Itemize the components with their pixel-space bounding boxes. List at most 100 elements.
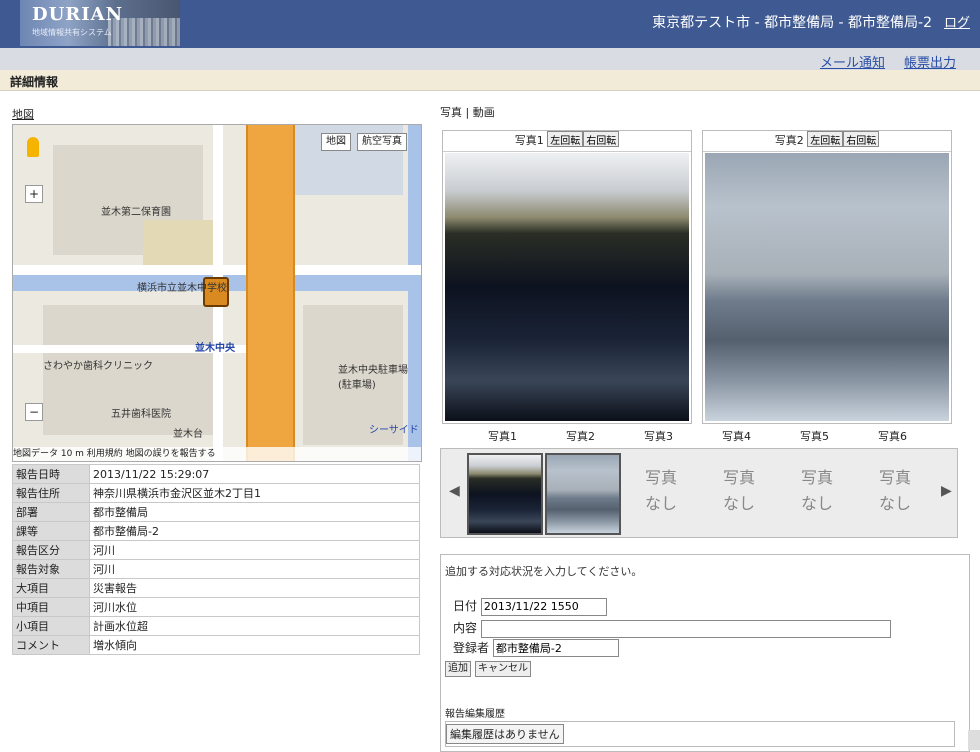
info-key: 課等 xyxy=(12,521,90,541)
content-input[interactable] xyxy=(480,619,891,638)
photo-video-tabs[interactable]: 写真 | 動画 xyxy=(440,104,495,120)
photo-image-1[interactable] xyxy=(445,153,689,421)
thumb-label: 写真2 xyxy=(566,430,595,443)
info-row: 大項目 災害報告 xyxy=(12,578,420,598)
thumb-label: 写真1 xyxy=(488,430,517,443)
info-value: 河川 xyxy=(89,559,420,579)
history-box: 編集履歴はありません xyxy=(445,721,955,747)
info-value: 河川 xyxy=(89,540,420,560)
info-row: 小項目 計画水位超 xyxy=(12,616,420,636)
logout-link[interactable]: ログ xyxy=(944,12,970,31)
thumbnail-empty[interactable]: 写真 なし xyxy=(703,453,775,531)
info-row: 報告対象 河川 xyxy=(12,559,420,579)
photo-header: 写真1 左回転 右回転 xyxy=(443,131,691,152)
app-header: DURIAN 地域情報共有システム 東京都テスト市 - 都市整備局 - 都市整備… xyxy=(0,0,980,48)
thumb-label: 写真5 xyxy=(800,430,829,443)
logo-text: DURIAN xyxy=(32,4,124,25)
info-value: 増水傾向 xyxy=(89,635,420,655)
map-type-button[interactable]: 地図 xyxy=(321,133,351,151)
map-highway xyxy=(246,125,295,461)
info-row: 報告区分 河川 xyxy=(12,540,420,560)
registrant-input[interactable] xyxy=(492,639,619,657)
logo-subtitle: 地域情報共有システム xyxy=(32,28,112,37)
print-report-link[interactable]: 帳票出力 xyxy=(904,52,956,71)
top-links-bar: メール通知 帳票出力 xyxy=(0,48,980,71)
info-row: 課等 都市整備局-2 xyxy=(12,521,420,541)
chevron-right-icon[interactable]: ▶ xyxy=(941,483,952,499)
info-key: 中項目 xyxy=(12,597,90,617)
map-place-label: 五井歯科医院 xyxy=(111,409,171,420)
info-key: 小項目 xyxy=(12,616,90,636)
thumb-label: 写真4 xyxy=(722,430,751,443)
thumbnail-empty[interactable]: 写真 なし xyxy=(625,453,697,531)
rotate-left-button[interactable]: 左回転 xyxy=(547,131,584,147)
info-row: 中項目 河川水位 xyxy=(12,597,420,617)
content-row: 内容 xyxy=(453,619,891,638)
info-key: コメント xyxy=(12,635,90,655)
photo-panel-2: 写真2 左回転 右回転 xyxy=(702,130,952,424)
history-label: 報告編集履歴 xyxy=(445,709,505,720)
photo-panel-1: 写真1 左回転 右回転 xyxy=(442,130,692,424)
map-place-label: 横浜市立並木中学校 xyxy=(137,283,227,294)
thumbnail-strip: ◀ 写真 なし 写真 なし 写真 なし 写真 なし ▶ xyxy=(440,448,958,538)
add-button[interactable]: 追加 xyxy=(445,661,471,677)
map-label[interactable]: 地図 xyxy=(12,106,34,122)
thumbnail-1[interactable] xyxy=(467,453,543,535)
thumb-label: 写真3 xyxy=(644,430,673,443)
date-input[interactable] xyxy=(480,597,607,616)
pegman-icon[interactable] xyxy=(27,137,39,157)
date-label: 日付 xyxy=(453,599,478,613)
scrollbar[interactable] xyxy=(968,730,980,750)
info-value: 災害報告 xyxy=(89,578,420,598)
info-key: 大項目 xyxy=(12,578,90,598)
map-station-label: 並木中央 xyxy=(195,343,235,354)
report-info-table: 報告日時 2013/11/22 15:29:07 報告住所 神奈川県横浜市金沢区並木2… xyxy=(12,464,420,655)
thumbnail-2[interactable] xyxy=(545,453,621,535)
info-key: 報告対象 xyxy=(12,559,90,579)
map-river-right xyxy=(408,125,421,461)
map-place-label: さわやか歯科クリニック xyxy=(43,361,153,372)
thumbnail-empty[interactable]: 写真 なし xyxy=(859,453,931,531)
map-place-label: 並木中央駐車場(駐車場) xyxy=(338,365,408,391)
registrant-row: 登録者 xyxy=(453,639,619,657)
map-place-label: シーサイド xyxy=(369,425,419,436)
rotate-right-button[interactable]: 右回転 xyxy=(843,131,880,147)
organization-title: 東京都テスト市 - 都市整備局 - 都市整備局-2 xyxy=(652,15,932,31)
photo-image-2[interactable] xyxy=(705,153,949,421)
mail-notify-link[interactable]: メール通知 xyxy=(820,52,885,71)
form-prompt: 追加する対応状況を入力してください。 xyxy=(445,565,643,578)
info-row: 報告日時 2013/11/22 15:29:07 xyxy=(12,464,420,484)
info-value: 2013/11/22 15:29:07 xyxy=(89,464,420,484)
thumb-label: 写真6 xyxy=(878,430,907,443)
rotate-left-button[interactable]: 左回転 xyxy=(807,131,844,147)
info-value: 神奈川県横浜市金沢区並木2丁目1 xyxy=(89,483,420,503)
registrant-label: 登録者 xyxy=(453,641,490,655)
info-row: コメント 増水傾向 xyxy=(12,635,420,655)
thumbnail-empty[interactable]: 写真 なし xyxy=(781,453,853,531)
logo[interactable]: DURIAN 地域情報共有システム xyxy=(20,0,180,46)
cancel-button[interactable]: キャンセル xyxy=(475,661,531,677)
map-footer: 地図データ 10 m 利用規約 地図の誤りを報告する xyxy=(13,447,421,461)
section-bar: 詳細情報 xyxy=(0,70,980,91)
info-row: 部署 都市整備局 xyxy=(12,502,420,522)
rotate-right-button[interactable]: 右回転 xyxy=(583,131,620,147)
zoom-out-button[interactable]: − xyxy=(25,403,43,421)
photo-title: 写真2 xyxy=(774,134,804,147)
map-place-label: 並木第二保育園 xyxy=(101,207,171,218)
info-value: 都市整備局-2 xyxy=(89,521,420,541)
date-row: 日付 xyxy=(453,597,607,616)
info-key: 報告区分 xyxy=(12,540,90,560)
history-text: 編集履歴はありません xyxy=(446,724,564,744)
info-value: 都市整備局 xyxy=(89,502,420,522)
section-title: 詳細情報 xyxy=(10,75,59,89)
chevron-left-icon[interactable]: ◀ xyxy=(449,483,460,499)
zoom-in-button[interactable]: + xyxy=(25,185,43,203)
map-place-label: 並木台 xyxy=(173,429,203,440)
satellite-button[interactable]: 航空写真 xyxy=(357,133,407,151)
content-label: 内容 xyxy=(453,621,478,635)
response-form: 追加する対応状況を入力してください。 日付 内容 登録者 追加 キャンセル 報告… xyxy=(440,554,970,752)
map-view[interactable]: + − 地図 航空写真 並木第二保育園 横浜市立並木中学校 並木中央 さわやか歯… xyxy=(12,124,422,462)
info-key: 報告日時 xyxy=(12,464,90,484)
info-row: 報告住所 神奈川県横浜市金沢区並木2丁目1 xyxy=(12,483,420,503)
info-value: 河川水位 xyxy=(89,597,420,617)
